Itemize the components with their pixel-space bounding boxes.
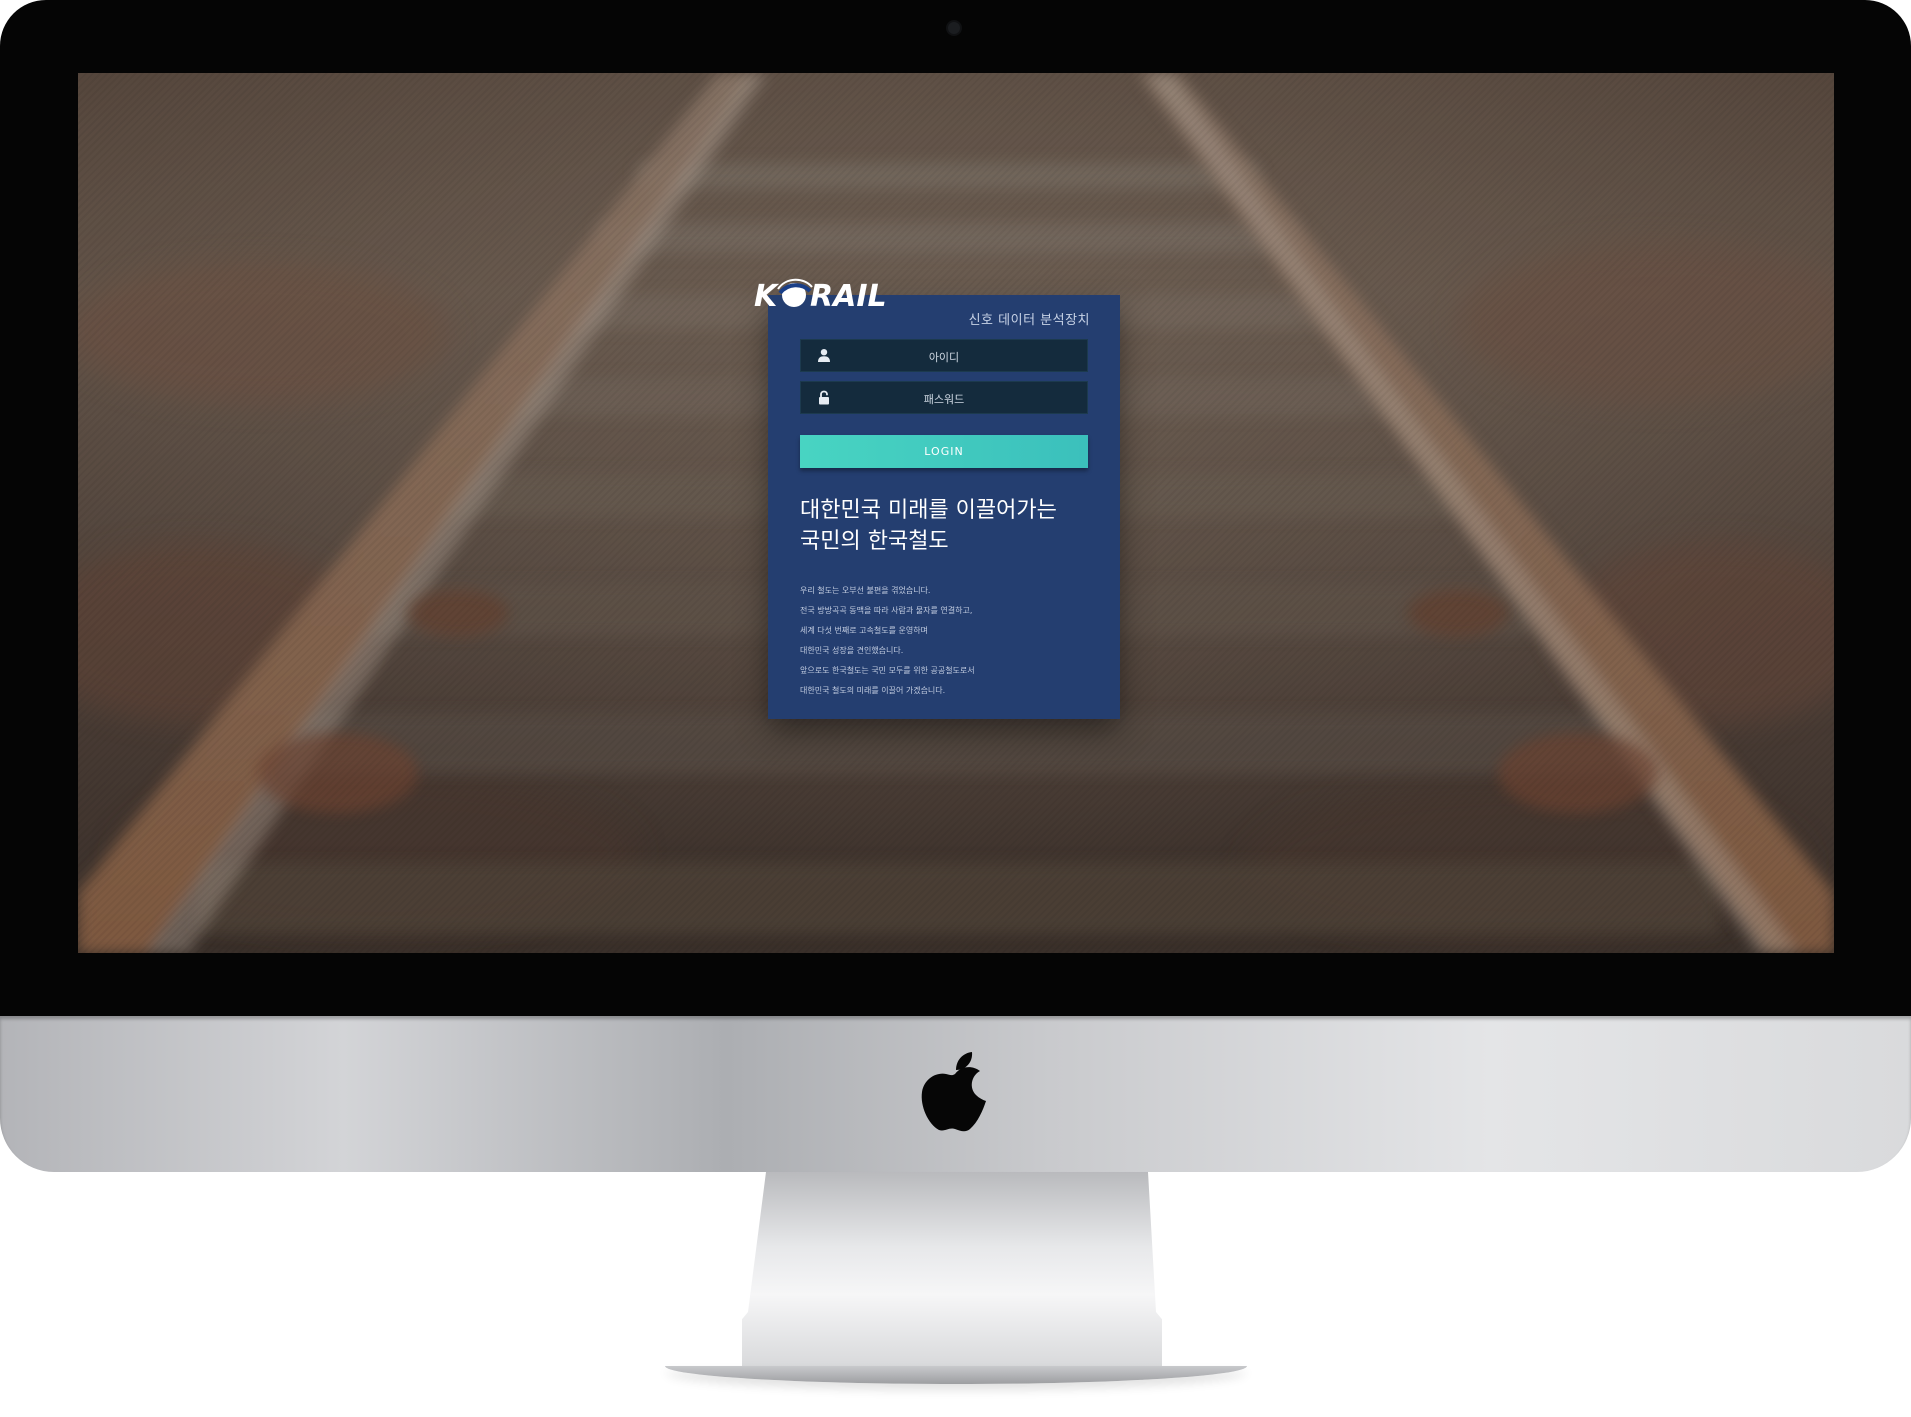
login-button[interactable]: LOGIN bbox=[800, 435, 1088, 468]
monitor-chin bbox=[0, 1016, 1911, 1172]
camera-icon bbox=[948, 22, 960, 34]
screen: 신호 데이터 분석장치 아이디 패스워드 LOGIN 대한민국 미래를 이끌어가… bbox=[78, 73, 1834, 953]
id-placeholder: 아이디 bbox=[928, 351, 960, 364]
description-line: 대한민국 성장을 견인했습니다. bbox=[800, 646, 904, 655]
monitor-stand bbox=[742, 1172, 1162, 1370]
description-line: 앞으로도 한국철도는 국민 모두를 위한 공공철도로서 bbox=[800, 666, 975, 675]
login-card: 신호 데이터 분석장치 아이디 패스워드 LOGIN 대한민국 미래를 이끌어가… bbox=[768, 295, 1120, 719]
password-input[interactable]: 패스워드 bbox=[800, 381, 1088, 414]
password-placeholder: 패스워드 bbox=[923, 393, 965, 406]
description-line: 전국 방방곡곡 동맥을 따라 사람과 물자를 연결하고, bbox=[800, 606, 973, 615]
system-title: 신호 데이터 분석장치 bbox=[968, 313, 1090, 328]
headline-line-2: 국민의 한국철도 bbox=[800, 529, 949, 554]
id-input[interactable]: 아이디 bbox=[800, 339, 1088, 372]
description-line: 세계 다섯 번째로 고속철도를 운영하며 bbox=[800, 626, 928, 635]
headline: 대한민국 미래를 이끌어가는 국민의 한국철도 bbox=[800, 495, 1100, 557]
korail-logo: K RAIL bbox=[754, 278, 887, 313]
svg-text:K: K bbox=[754, 279, 780, 313]
description-line: 대한민국 철도의 미래를 이끌어 가겠습니다. bbox=[800, 686, 946, 695]
svg-text:RAIL: RAIL bbox=[810, 279, 887, 313]
headline-line-1: 대한민국 미래를 이끌어가는 bbox=[800, 498, 1057, 523]
description: 우리 철도는 오부선 불편을 겪었습니다. 전국 방방곡곡 동맥을 따라 사람과… bbox=[800, 581, 1100, 701]
apple-logo-icon bbox=[921, 1052, 986, 1132]
stand-base bbox=[665, 1366, 1247, 1384]
description-line: 우리 철도는 오부선 불편을 겪었습니다. bbox=[800, 586, 931, 595]
